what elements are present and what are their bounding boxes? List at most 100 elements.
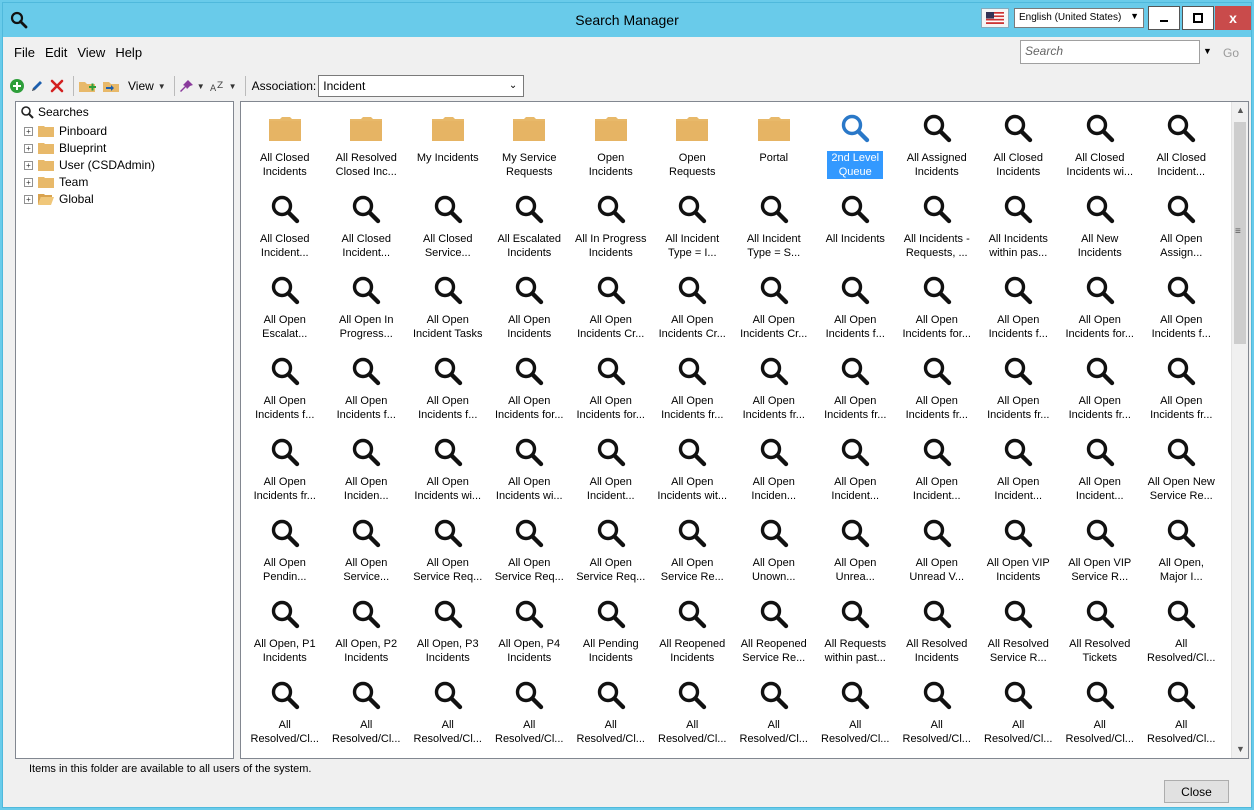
search-item[interactable]: All Open Incidents fr... bbox=[1141, 350, 1223, 431]
search-item[interactable]: All Open Service... bbox=[326, 512, 408, 593]
search-item[interactable]: All Resolved/Cl... bbox=[407, 674, 489, 755]
search-item[interactable]: All Open Service Req... bbox=[570, 512, 652, 593]
tree-node-blueprint[interactable]: + Blueprint bbox=[24, 140, 106, 156]
search-item[interactable]: All Open Incidents Cr... bbox=[570, 269, 652, 350]
search-item[interactable]: All Resolved/Cl... bbox=[652, 674, 734, 755]
search-item[interactable]: All Reopened Service Re... bbox=[733, 593, 815, 674]
tree-node-global[interactable]: + Global bbox=[24, 191, 94, 207]
search-item[interactable]: All Open Incidents wit... bbox=[652, 431, 734, 512]
search-item[interactable]: All Open Incidents fr... bbox=[733, 350, 815, 431]
add-button[interactable] bbox=[9, 75, 25, 97]
search-item[interactable]: All Open Escalat... bbox=[244, 269, 326, 350]
search-item[interactable]: All Open Incidents fr... bbox=[978, 350, 1060, 431]
search-item[interactable]: All Open Service Req... bbox=[489, 512, 571, 593]
menu-file[interactable]: File bbox=[9, 41, 40, 65]
search-item[interactable]: All Open Incident Tasks bbox=[407, 269, 489, 350]
tree-node-team[interactable]: + Team bbox=[24, 174, 88, 190]
search-item[interactable]: All Open Incidents fr... bbox=[1059, 350, 1141, 431]
search-item[interactable]: All Incident Type = I... bbox=[652, 188, 734, 269]
search-item[interactable]: Portal bbox=[733, 107, 815, 188]
search-item[interactable]: All Closed Incident... bbox=[1141, 107, 1223, 188]
close-button[interactable]: Close bbox=[1164, 780, 1229, 803]
menu-view[interactable]: View bbox=[72, 41, 110, 65]
search-item[interactable]: All In Progress Incidents bbox=[570, 188, 652, 269]
menu-edit[interactable]: Edit bbox=[40, 41, 72, 65]
search-item[interactable]: All Open Incidents f... bbox=[815, 269, 897, 350]
search-item[interactable]: All Resolved Closed Inc... bbox=[326, 107, 408, 188]
search-item[interactable]: All Closed Incident... bbox=[244, 188, 326, 269]
search-item[interactable]: All Pending Incidents bbox=[570, 593, 652, 674]
vertical-scrollbar[interactable]: ▲ ≡ ▼ bbox=[1231, 102, 1248, 758]
search-item[interactable]: All Resolved Incidents bbox=[896, 593, 978, 674]
search-item[interactable]: All Open Service Req... bbox=[407, 512, 489, 593]
go-button[interactable]: Go bbox=[1223, 46, 1239, 60]
search-item[interactable]: All Open, P2 Incidents bbox=[326, 593, 408, 674]
search-item[interactable]: All Open, P3 Incidents bbox=[407, 593, 489, 674]
search-item[interactable]: All Open Incidents wi... bbox=[489, 431, 571, 512]
search-item[interactable]: Open Incidents bbox=[570, 107, 652, 188]
search-item[interactable]: All Open Unown... bbox=[733, 512, 815, 593]
search-item[interactable]: All Resolved/Cl... bbox=[1141, 674, 1223, 755]
search-item[interactable]: All Open Incidents f... bbox=[407, 350, 489, 431]
search-item[interactable]: All Open Incident... bbox=[978, 431, 1060, 512]
search-item[interactable]: All Open Incident... bbox=[1059, 431, 1141, 512]
expand-icon[interactable]: + bbox=[24, 126, 33, 136]
search-item[interactable]: All Open Incidents f... bbox=[1141, 269, 1223, 350]
search-item[interactable]: All Open Incidents f... bbox=[244, 350, 326, 431]
search-item[interactable]: All Open Service Re... bbox=[652, 512, 734, 593]
tree-node-user[interactable]: + User (CSDAdmin) bbox=[24, 157, 155, 173]
new-folder-button[interactable] bbox=[78, 75, 98, 97]
search-item[interactable]: All Open Incidents for... bbox=[570, 350, 652, 431]
search-item[interactable]: All Open Incidents fr... bbox=[652, 350, 734, 431]
edit-button[interactable] bbox=[29, 75, 45, 97]
search-item[interactable]: All Open Inciden... bbox=[733, 431, 815, 512]
expand-icon[interactable]: + bbox=[24, 160, 33, 170]
search-item[interactable]: All Resolved Service R... bbox=[978, 593, 1060, 674]
search-item[interactable]: All Open Incidents for... bbox=[1059, 269, 1141, 350]
tree-root-searches[interactable]: Searches bbox=[20, 105, 89, 119]
search-item[interactable]: All Open Incidents f... bbox=[326, 350, 408, 431]
association-select[interactable]: Incident ⌄ bbox=[318, 75, 525, 97]
search-item[interactable]: All Resolved/Cl... bbox=[896, 674, 978, 755]
search-item[interactable]: All Closed Service... bbox=[407, 188, 489, 269]
search-item[interactable]: My Service Requests bbox=[489, 107, 571, 188]
language-select[interactable]: English (United States) ▼ bbox=[1014, 8, 1144, 28]
search-item[interactable]: All Open, P1 Incidents bbox=[244, 593, 326, 674]
tree-node-pinboard[interactable]: + Pinboard bbox=[24, 123, 107, 139]
search-item[interactable]: 2nd Level Queue bbox=[815, 107, 897, 188]
search-item[interactable]: All Incident Type = S... bbox=[733, 188, 815, 269]
search-item[interactable]: All Incidents - Requests, ... bbox=[896, 188, 978, 269]
search-item[interactable]: All Closed Incidents bbox=[244, 107, 326, 188]
close-window-button[interactable]: x bbox=[1215, 6, 1251, 30]
search-item[interactable]: All Resolved/Cl... bbox=[326, 674, 408, 755]
search-item[interactable]: All Reopened Incidents bbox=[652, 593, 734, 674]
search-item[interactable]: All Resolved/Cl... bbox=[733, 674, 815, 755]
font-button[interactable]: AZ ▼ bbox=[209, 75, 237, 97]
search-dropdown-icon[interactable]: ▼ bbox=[1203, 46, 1212, 56]
maximize-button[interactable] bbox=[1182, 6, 1214, 30]
search-item[interactable]: All Resolved/Cl... bbox=[1059, 674, 1141, 755]
menu-help[interactable]: Help bbox=[110, 41, 147, 65]
minimize-button[interactable] bbox=[1148, 6, 1180, 30]
search-item[interactable]: All Open New Service Re... bbox=[1141, 431, 1223, 512]
search-item[interactable]: All Open, Major I... bbox=[1141, 512, 1223, 593]
search-item[interactable]: All Closed Incidents wi... bbox=[1059, 107, 1141, 188]
search-item[interactable]: All Open Incident... bbox=[570, 431, 652, 512]
search-item[interactable]: All Open Inciden... bbox=[326, 431, 408, 512]
expand-icon[interactable]: + bbox=[24, 177, 33, 187]
search-item[interactable]: All Open Incident... bbox=[815, 431, 897, 512]
search-item[interactable]: All Open Incidents for... bbox=[896, 269, 978, 350]
search-item[interactable]: All Requests within past... bbox=[815, 593, 897, 674]
search-item[interactable]: All Resolved Tickets bbox=[1059, 593, 1141, 674]
search-item[interactable]: All Resolved/Cl... bbox=[815, 674, 897, 755]
search-item[interactable]: All Open Unread V... bbox=[896, 512, 978, 593]
search-item[interactable]: All Open, P4 Incidents bbox=[489, 593, 571, 674]
search-item[interactable]: All Incidents bbox=[815, 188, 897, 269]
search-input[interactable]: Search bbox=[1020, 40, 1200, 64]
search-item[interactable]: All Open Unrea... bbox=[815, 512, 897, 593]
search-item[interactable]: All Resolved/Cl... bbox=[1141, 593, 1223, 674]
search-item[interactable]: All Open Pendin... bbox=[244, 512, 326, 593]
search-item[interactable]: All Open Incidents Cr... bbox=[733, 269, 815, 350]
search-item[interactable]: All Assigned Incidents bbox=[896, 107, 978, 188]
search-item[interactable]: All Open Incidents wi... bbox=[407, 431, 489, 512]
